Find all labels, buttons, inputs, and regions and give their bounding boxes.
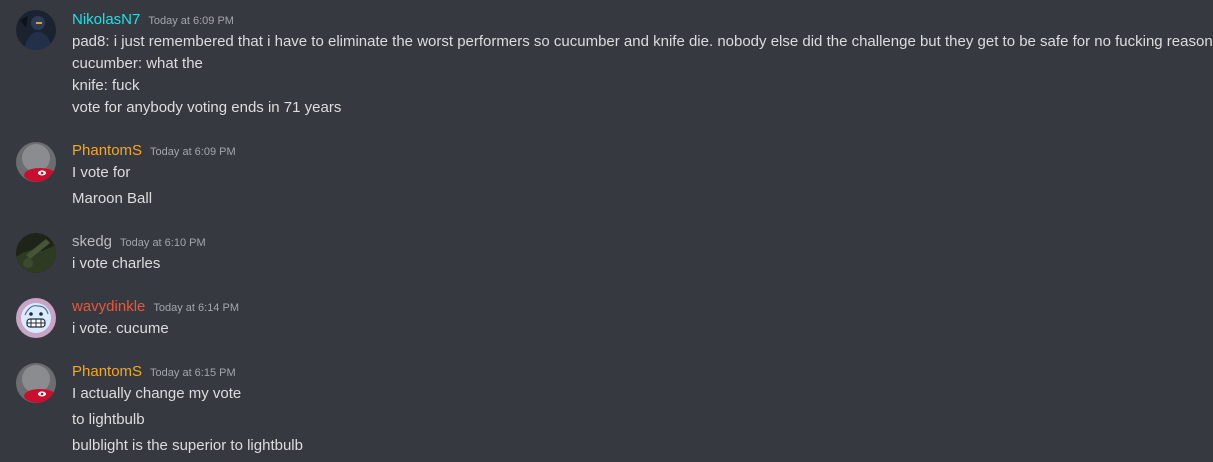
message-header: skedg Today at 6:10 PM (72, 231, 206, 253)
message-text: cucumber: what the (72, 55, 203, 72)
timestamp[interactable]: Today at 6:10 PM (120, 237, 206, 249)
avatar[interactable] (16, 363, 56, 403)
chat-message-list: NikolasN7 Today at 6:09 PM pad8: i just r… (0, 0, 1213, 462)
avatar[interactable] (16, 10, 56, 50)
red-cap-avatar-icon (16, 363, 56, 403)
username[interactable]: skedg (72, 233, 112, 250)
red-cap-avatar-icon (16, 142, 56, 182)
username[interactable]: PhantomS (72, 363, 142, 380)
message-text: I vote for (72, 164, 131, 181)
message-text: Maroon Ball (72, 190, 153, 207)
message-text: I actually change my vote (72, 385, 242, 402)
avatar[interactable] (16, 298, 56, 338)
timestamp[interactable]: Today at 6:09 PM (148, 15, 234, 27)
avatar[interactable] (16, 233, 56, 273)
message-header: wavydinkle Today at 6:14 PM (72, 296, 239, 318)
message-header: PhantomS Today at 6:15 PM (72, 361, 236, 383)
message-text: to lightbulb (72, 411, 145, 428)
message-text: bulblight is the superior to lightbulb (72, 437, 303, 454)
dark-figure-avatar-icon (16, 10, 56, 50)
timestamp[interactable]: Today at 6:14 PM (153, 302, 239, 314)
message-text: pad8: i just remembered that i have to e… (72, 33, 1213, 50)
message-text: i vote charles (72, 255, 161, 272)
grinning-face-avatar-icon (16, 298, 56, 338)
username[interactable]: wavydinkle (72, 298, 145, 315)
message-header: PhantomS Today at 6:09 PM (72, 140, 236, 162)
message-text: i vote. cucume (72, 320, 169, 337)
message-text: vote for anybody voting ends in 71 years (72, 99, 342, 116)
dark-green-avatar-icon (16, 233, 56, 273)
avatar[interactable] (16, 142, 56, 182)
username[interactable]: NikolasN7 (72, 11, 140, 28)
message-text: knife: fuck (72, 77, 140, 94)
timestamp[interactable]: Today at 6:09 PM (150, 146, 236, 158)
message-header: NikolasN7 Today at 6:09 PM (72, 9, 234, 31)
timestamp[interactable]: Today at 6:15 PM (150, 367, 236, 379)
username[interactable]: PhantomS (72, 142, 142, 159)
